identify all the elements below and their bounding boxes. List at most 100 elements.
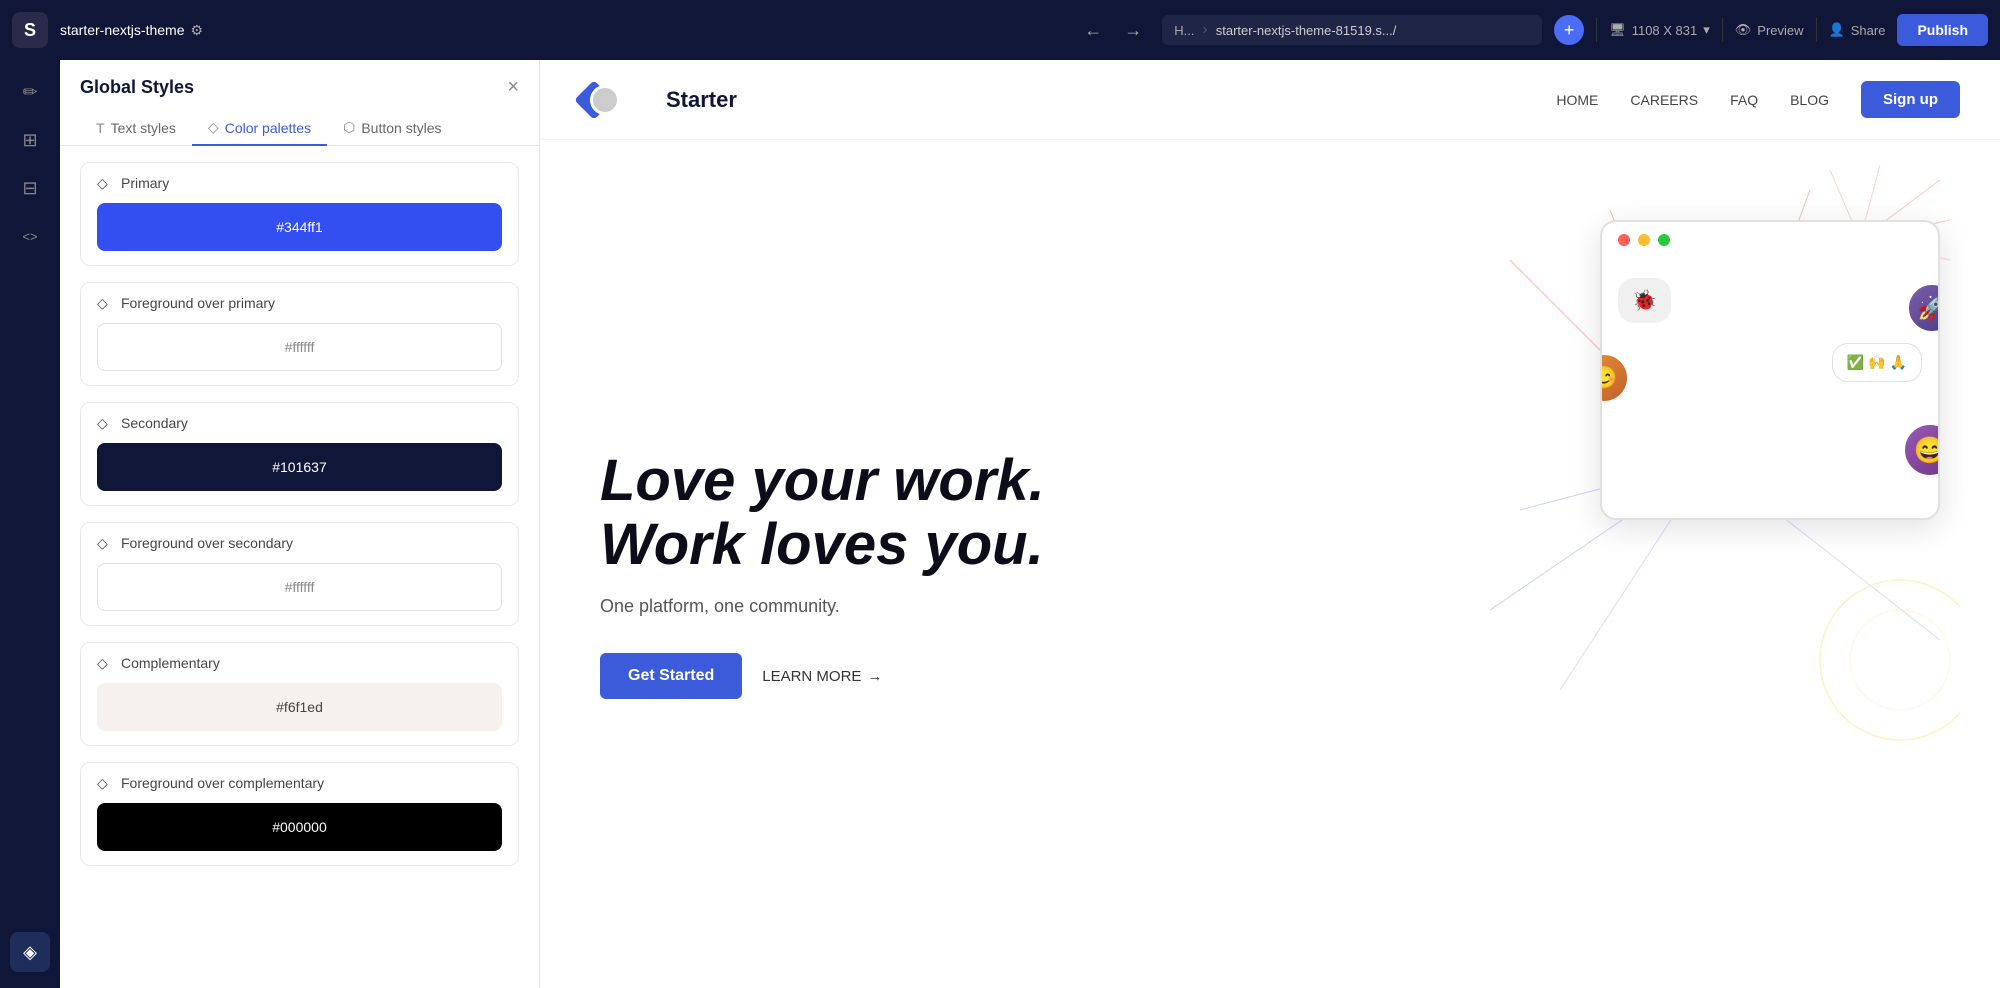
chevron-down-icon[interactable]: ▾ — [1703, 22, 1710, 38]
chat-titlebar — [1602, 222, 1938, 258]
tab-color-palettes[interactable]: ◇ Color palettes — [192, 111, 327, 146]
hero-subtext: One platform, one community. — [600, 596, 1045, 617]
cta-learn-more[interactable]: LEARN MORE → — [762, 668, 882, 685]
hero-heading-line2: Work loves you. — [600, 513, 1045, 577]
share-button[interactable]: 👤 Share — [1829, 22, 1886, 38]
nav-links: HOME CAREERS FAQ BLOG Sign up — [1556, 81, 1960, 118]
foreground-complementary-label: Foreground over complementary — [121, 775, 324, 791]
learn-more-label: LEARN MORE — [762, 668, 861, 685]
complementary-label: Complementary — [121, 655, 220, 671]
add-tab-button[interactable]: + — [1554, 15, 1584, 45]
nav-signup[interactable]: Sign up — [1861, 81, 1960, 118]
primary-header: ◇ Primary — [81, 163, 518, 203]
share-label: Share — [1851, 23, 1886, 38]
foreground-complementary-header: ◇ Foreground over complementary — [81, 763, 518, 803]
publish-button[interactable]: Publish — [1897, 14, 1988, 46]
tab-text-styles[interactable]: T Text styles — [80, 111, 192, 146]
url-bar[interactable]: H... › starter-nextjs-theme-81519.s.../ — [1162, 15, 1542, 45]
logo-icon: S — [24, 20, 36, 41]
foreground-secondary-value: #ffffff — [285, 579, 315, 595]
rail-code-icon[interactable]: <> — [10, 216, 50, 256]
chat-avatar-right-bottom: 😄 — [1902, 422, 1940, 478]
foreground-primary-label: Foreground over primary — [121, 295, 275, 311]
eye-icon: 👁 — [1735, 22, 1752, 38]
divider — [1596, 18, 1597, 42]
divider2 — [1722, 18, 1723, 42]
project-info: starter-nextjs-theme ⚙ — [60, 22, 203, 39]
nav-home[interactable]: HOME — [1556, 92, 1598, 108]
preview-label: Preview — [1757, 23, 1803, 38]
complementary-header: ◇ Complementary — [81, 643, 518, 683]
tab-button-styles[interactable]: ⬡ Button styles — [327, 111, 457, 146]
panel-header: Global Styles × — [60, 60, 539, 99]
website-logo: Starter — [580, 80, 737, 120]
rail-palette-icon[interactable]: ◈ — [10, 932, 50, 972]
preview-button[interactable]: 👁 Preview — [1735, 22, 1804, 38]
color-card-complementary: ◇ Complementary #f6f1ed — [80, 642, 519, 746]
app-logo: S — [12, 12, 48, 48]
logo-icon-container — [580, 80, 620, 120]
main-content: ✏ ⊞ ⊟ <> ◈ Global Styles × T Text styles… — [0, 60, 2000, 988]
nav-blog[interactable]: BLOG — [1790, 92, 1829, 108]
color-card-primary: ◇ Primary #344ff1 — [80, 162, 519, 266]
rail-layout-icon[interactable]: ⊞ — [10, 120, 50, 160]
foreground-complementary-value: #000000 — [272, 819, 327, 835]
color-card-foreground-complementary: ◇ Foreground over complementary #000000 — [80, 762, 519, 866]
preview-pane: Starter HOME CAREERS FAQ BLOG Sign up Lo… — [540, 60, 2000, 988]
color-card-foreground-primary: ◇ Foreground over primary #ffffff — [80, 282, 519, 386]
foreground-primary-header: ◇ Foreground over primary — [81, 283, 518, 323]
foreground-secondary-swatch[interactable]: #ffffff — [97, 563, 502, 611]
logo-circle — [590, 85, 620, 115]
url-sep: › — [1202, 21, 1207, 39]
foreground-primary-value: #ffffff — [285, 339, 315, 355]
hero-actions: Get Started LEARN MORE → — [600, 653, 1045, 699]
cta-primary-button[interactable]: Get Started — [600, 653, 742, 699]
color-card-secondary: ◇ Secondary #101637 — [80, 402, 519, 506]
button-tab-label: Button styles — [361, 120, 441, 136]
arrow-icon: → — [867, 668, 882, 685]
button-tab-icon: ⬡ — [343, 119, 355, 136]
color-card-foreground-secondary: ◇ Foreground over secondary #ffffff — [80, 522, 519, 626]
url-text: starter-nextjs-theme-81519.s.../ — [1216, 23, 1397, 38]
foreground-complementary-swatch[interactable]: #000000 — [97, 803, 502, 851]
diamond-icon2: ◇ — [97, 295, 113, 311]
divider3 — [1816, 18, 1817, 42]
panel-close-button[interactable]: × — [507, 76, 519, 99]
hero-heading-line1: Love your work. — [600, 449, 1045, 513]
text-tab-icon: T — [96, 120, 105, 136]
diamond-icon4: ◇ — [97, 535, 113, 551]
nav-faq[interactable]: FAQ — [1730, 92, 1758, 108]
foreground-secondary-header: ◇ Foreground over secondary — [81, 523, 518, 563]
nav-careers[interactable]: CAREERS — [1630, 92, 1698, 108]
red-dot — [1618, 234, 1630, 246]
forward-button[interactable]: → — [1116, 16, 1150, 45]
secondary-swatch[interactable]: #101637 — [97, 443, 502, 491]
website-brand-name: Starter — [666, 87, 737, 113]
settings-icon[interactable]: ⚙ — [190, 22, 203, 39]
device-info: 🖥 1108 X 831 ▾ — [1609, 22, 1710, 38]
complementary-value: #f6f1ed — [276, 699, 323, 715]
color-tab-label: Color palettes — [225, 120, 311, 136]
diamond-icon6: ◇ — [97, 775, 113, 791]
rail-layers-icon[interactable]: ⊟ — [10, 168, 50, 208]
complementary-swatch[interactable]: #f6f1ed — [97, 683, 502, 731]
panel-content: ◇ Primary #344ff1 ◇ Foreground over prim… — [60, 146, 539, 988]
website-nav: Starter HOME CAREERS FAQ BLOG Sign up — [540, 60, 2000, 140]
person-icon: 👤 — [1829, 22, 1845, 38]
diamond-icon: ◇ — [97, 175, 113, 191]
green-dot — [1658, 234, 1670, 246]
hero-illustration: 🐞 ✅ 🙌 🙏 😊 🚀 😄 — [1460, 160, 1960, 760]
back-button[interactable]: ← — [1076, 16, 1110, 45]
icon-rail: ✏ ⊞ ⊟ <> ◈ — [0, 60, 60, 988]
rail-edit-icon[interactable]: ✏ — [10, 72, 50, 112]
left-panel: Global Styles × T Text styles ◇ Color pa… — [60, 60, 540, 988]
primary-label: Primary — [121, 175, 169, 191]
nav-arrows: ← → — [1076, 16, 1150, 45]
primary-swatch-value: #344ff1 — [276, 219, 322, 235]
hero-text: Love your work. Work loves you. One plat… — [600, 449, 1045, 700]
yellow-dot — [1638, 234, 1650, 246]
primary-swatch[interactable]: #344ff1 — [97, 203, 502, 251]
monitor-icon: 🖥 — [1609, 22, 1626, 38]
project-name: starter-nextjs-theme — [60, 22, 184, 38]
foreground-primary-swatch[interactable]: #ffffff — [97, 323, 502, 371]
